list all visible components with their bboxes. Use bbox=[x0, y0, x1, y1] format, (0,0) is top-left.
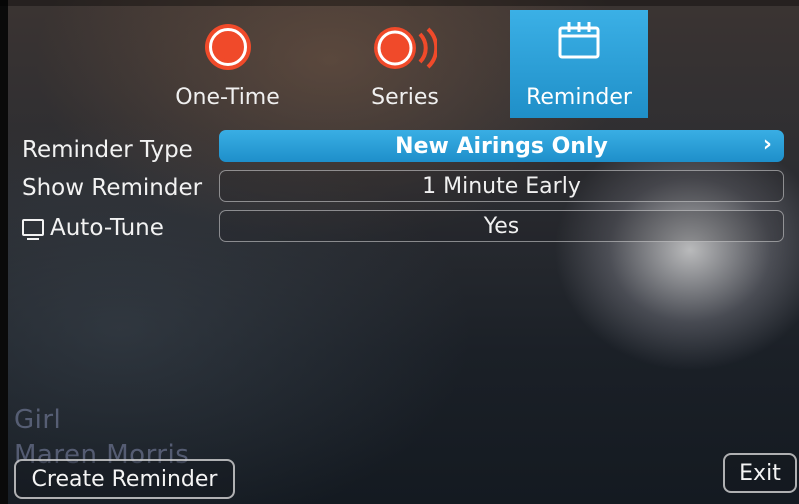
reminder-type-field[interactable]: New Airings Only › bbox=[219, 130, 784, 162]
screen-top-edge bbox=[0, 0, 799, 6]
tab-reminder-label: Reminder bbox=[526, 85, 632, 110]
record-icon bbox=[204, 24, 251, 70]
tab-reminder[interactable]: Reminder bbox=[510, 10, 648, 118]
reminder-type-value: New Airings Only bbox=[395, 133, 608, 159]
exit-button[interactable]: Exit bbox=[723, 453, 797, 493]
show-reminder-label: Show Reminder bbox=[22, 175, 203, 201]
create-reminder-button[interactable]: Create Reminder bbox=[14, 459, 235, 499]
auto-tune-value: Yes bbox=[483, 213, 520, 239]
screen-bezel bbox=[0, 0, 8, 504]
auto-tune-label-text: Auto-Tune bbox=[50, 215, 164, 241]
tab-one-time-label: One-Time bbox=[175, 85, 280, 110]
series-record-icon bbox=[373, 24, 439, 76]
tab-series-label: Series bbox=[371, 85, 439, 110]
tab-one-time[interactable]: One-Time bbox=[160, 10, 295, 118]
chevron-right-icon: › bbox=[762, 132, 772, 157]
auto-tune-field[interactable]: Yes bbox=[219, 210, 784, 242]
show-reminder-field[interactable]: 1 Minute Early bbox=[219, 170, 784, 202]
reminder-type-label: Reminder Type bbox=[22, 137, 193, 163]
tab-series[interactable]: Series bbox=[350, 10, 460, 118]
background-program-title: Girl bbox=[14, 405, 62, 435]
tv-icon bbox=[22, 219, 44, 240]
auto-tune-label: Auto-Tune bbox=[22, 215, 164, 241]
show-reminder-value: 1 Minute Early bbox=[422, 173, 581, 199]
calendar-icon bbox=[557, 20, 601, 64]
